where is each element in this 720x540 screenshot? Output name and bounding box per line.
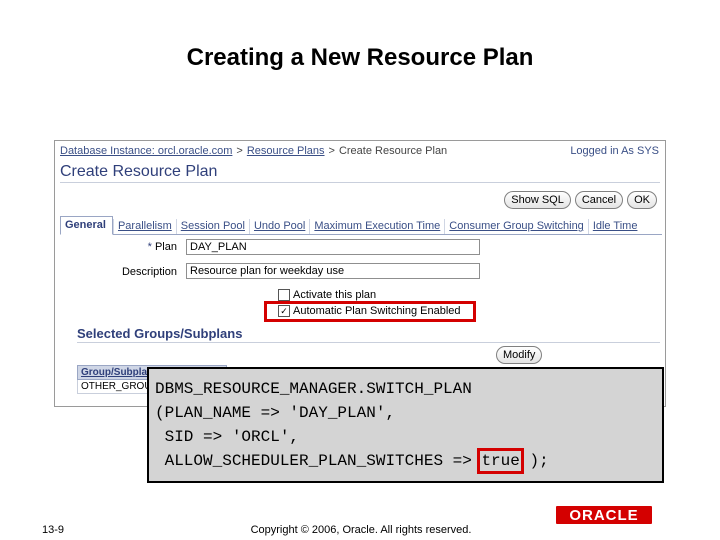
logged-in-label: Logged in As SYS <box>570 145 659 157</box>
breadcrumb-database-instance[interactable]: Database Instance: orcl.oracle.com <box>60 145 232 157</box>
code-line-last: ALLOW_SCHEDULER_PLAN_SWITCHES => true ); <box>155 448 662 474</box>
breadcrumb-resource-plans[interactable]: Resource Plans <box>247 145 325 157</box>
activate-plan-checkbox[interactable] <box>278 289 290 301</box>
tab-undo-pool[interactable]: Undo Pool <box>248 219 309 234</box>
code-line: (PLAN_NAME => 'DAY_PLAN', <box>155 404 396 422</box>
ok-button[interactable]: OK <box>627 191 657 209</box>
plan-label-text: Plan <box>154 241 177 253</box>
breadcrumb-separator: > <box>328 145 335 157</box>
modify-button[interactable]: Modify <box>496 346 543 364</box>
tab-maximum-execution-time[interactable]: Maximum Execution Time <box>309 219 444 234</box>
oracle-logo: ORACLE <box>556 506 652 524</box>
plan-name-input[interactable]: DAY_PLAN <box>186 239 480 255</box>
page-title: Create Resource Plan <box>60 163 218 180</box>
code-highlight-true: true <box>477 448 524 474</box>
tab-bar: General Parallelism Session Pool Undo Po… <box>60 216 662 235</box>
show-sql-button[interactable]: Show SQL <box>504 191 571 209</box>
required-marker: * <box>147 241 152 253</box>
groups-section-title: Selected Groups/Subplans <box>77 326 243 341</box>
description-input[interactable]: Resource plan for weekday use <box>186 263 480 279</box>
tab-consumer-group-switching[interactable]: Consumer Group Switching <box>444 219 588 234</box>
slide-title: Creating a New Resource Plan <box>186 44 534 71</box>
activate-plan-option[interactable]: Activate this plan <box>278 289 376 301</box>
copyright-label: Copyright © 2006, Oracle. All rights res… <box>250 524 472 536</box>
description-label: Description <box>121 266 177 278</box>
copyright-text: Copyright © 2006, Oracle. All rights res… <box>0 524 720 536</box>
cancel-button[interactable]: Cancel <box>574 191 624 209</box>
auto-switch-highlight <box>264 301 476 322</box>
activate-plan-label: Activate this plan <box>293 289 377 301</box>
tab-parallelism[interactable]: Parallelism <box>112 219 176 234</box>
tab-idle-time[interactable]: Idle Time <box>587 219 642 234</box>
code-line: SID => 'ORCL', <box>155 428 300 446</box>
tab-session-pool[interactable]: Session Pool <box>175 219 249 234</box>
plan-label: * Plan <box>115 241 177 253</box>
action-buttons: Show SQL Cancel OK <box>504 191 657 209</box>
groups-section-divider <box>77 342 660 343</box>
code-line-text: ALLOW_SCHEDULER_PLAN_SWITCHES => <box>155 452 482 470</box>
code-line-tail: ); <box>519 452 549 470</box>
code-line: DBMS_RESOURCE_MANAGER.SWITCH_PLAN <box>155 380 472 398</box>
title-divider <box>60 182 660 183</box>
breadcrumb-current: Create Resource Plan <box>338 145 448 157</box>
breadcrumb-separator: > <box>236 145 243 157</box>
breadcrumb: Database Instance: orcl.oracle.com > Resou… <box>60 145 447 157</box>
tab-general[interactable]: General <box>60 216 113 235</box>
code-snippet: DBMS_RESOURCE_MANAGER.SWITCH_PLAN (PLAN_… <box>147 367 664 483</box>
